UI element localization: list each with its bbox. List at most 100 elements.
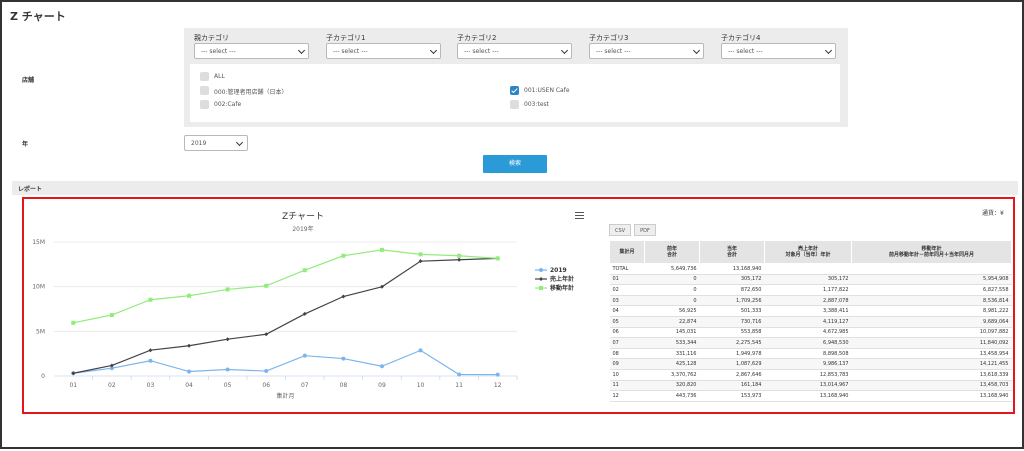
table-cell: 01 bbox=[609, 274, 645, 286]
chart-subtitle: 2019年 bbox=[292, 226, 314, 233]
store-label-001: 001:USEN Cafe bbox=[524, 87, 570, 94]
table-cell: 11,840,092 bbox=[851, 337, 1012, 349]
store-label-002: 002:Cafe bbox=[214, 101, 242, 108]
table-cell: 02 bbox=[609, 284, 645, 296]
year-label: 年 bbox=[22, 141, 29, 148]
table-cell: 3,370,762 bbox=[644, 369, 700, 381]
child-category1-label: 子カテゴリ1 bbox=[326, 34, 366, 42]
parent-category-select[interactable]: --- select --- bbox=[194, 43, 309, 59]
store-checkbox-002[interactable] bbox=[200, 100, 209, 109]
table-cell: 8,981,222 bbox=[851, 305, 1012, 317]
chevron-down-icon bbox=[297, 46, 306, 55]
table-cell: 6,948,530 bbox=[764, 337, 852, 349]
table-row: 12 443,736 153,973 13,168,940 13,168,940 bbox=[609, 390, 1012, 402]
table-cell bbox=[764, 263, 852, 275]
search-button[interactable]: 検索 bbox=[483, 155, 547, 173]
chevron-down-icon bbox=[692, 46, 701, 55]
table-cell: 8,536,814 bbox=[851, 295, 1012, 307]
table-cell: 13,014,967 bbox=[764, 380, 852, 392]
chevron-down-icon bbox=[824, 46, 833, 55]
table-cell: 11 bbox=[609, 380, 645, 392]
csv-button[interactable]: CSV bbox=[609, 224, 631, 236]
child-category4-value: --- select --- bbox=[728, 48, 763, 55]
table-row: 08 331,116 1,949,978 8,898,508 13,458,954 bbox=[609, 348, 1012, 360]
chart-menu-icon[interactable] bbox=[575, 212, 584, 220]
child-category2-value: --- select --- bbox=[464, 48, 499, 55]
table-cell: 1,087,629 bbox=[699, 358, 765, 370]
store-checkbox-000[interactable] bbox=[200, 86, 209, 95]
table-cell: 533,344 bbox=[644, 337, 700, 349]
table-cell: 10 bbox=[609, 369, 645, 381]
table-cell: 12 bbox=[609, 390, 645, 402]
app-frame: Z チャート 親カテゴリ --- select --- 子カテゴリ1 --- s… bbox=[0, 0, 1024, 449]
data-table: 集計月 前年 合計 当年 合計 売上年計 対象月（当年）年計 移動年計 前月移動年計－前… bbox=[609, 240, 1012, 402]
table-cell: 9,986,137 bbox=[764, 358, 852, 370]
table-cell: 3,388,411 bbox=[764, 305, 852, 317]
table-cell: 10,097,882 bbox=[851, 327, 1012, 339]
table-cell: 305,172 bbox=[699, 274, 765, 286]
table-cell: 6,827,558 bbox=[851, 284, 1012, 296]
year-select[interactable]: 2019 bbox=[184, 135, 248, 151]
table-cell: 730,716 bbox=[699, 316, 765, 328]
table-cell: 56,925 bbox=[644, 305, 700, 317]
chevron-down-icon bbox=[560, 46, 569, 55]
table-row: 03 0 1,709,256 2,887,078 8,536,814 bbox=[609, 295, 1012, 307]
table-cell: 03 bbox=[609, 295, 645, 307]
table-cell: 4,119,127 bbox=[764, 316, 852, 328]
store-checkbox-001[interactable] bbox=[510, 86, 519, 95]
table-cell: 0 bbox=[644, 295, 700, 307]
table-cell: 14,121,455 bbox=[851, 358, 1012, 370]
pdf-button[interactable]: PDF bbox=[634, 224, 656, 236]
table-row: 10 3,370,762 2,867,646 12,853,783 13,618,339 bbox=[609, 369, 1012, 381]
chevron-down-icon bbox=[429, 46, 438, 55]
store-checkbox-list: ALL 000:管理者用店舗（日本） 002:Cafe 001:USEN Caf… bbox=[190, 64, 840, 122]
table-cell: 13,618,339 bbox=[851, 369, 1012, 381]
table-row: TOTAL 5,649,736 13,168,940 bbox=[609, 263, 1012, 275]
child-category3-label: 子カテゴリ3 bbox=[589, 34, 629, 42]
table-cell: 161,184 bbox=[699, 380, 765, 392]
table-cell: 07 bbox=[609, 337, 645, 349]
table-cell: 4,672,985 bbox=[764, 327, 852, 339]
table-row: 01 0 305,172 305,172 5,954,908 bbox=[609, 274, 1012, 286]
page-title: Z チャート bbox=[10, 10, 66, 23]
table-cell: 501,333 bbox=[699, 305, 765, 317]
table-cell: 2,867,646 bbox=[699, 369, 765, 381]
child-category4-select[interactable]: --- select --- bbox=[721, 43, 836, 59]
table-cell: 1,177,822 bbox=[764, 284, 852, 296]
table-cell bbox=[851, 263, 1012, 275]
col-header-current-year: 当年 合計 bbox=[699, 240, 765, 264]
child-category2-select[interactable]: --- select --- bbox=[457, 43, 572, 59]
table-cell: 872,650 bbox=[699, 284, 765, 296]
table-cell: 13,168,940 bbox=[851, 390, 1012, 402]
col-header-moving: 移動年計 前月移動年計－前年同月＋当年同月月 bbox=[851, 240, 1012, 264]
table-cell: 0 bbox=[644, 274, 700, 286]
table-cell: 8,898,508 bbox=[764, 348, 852, 360]
table-cell: 1,949,978 bbox=[699, 348, 765, 360]
child-category3-value: --- select --- bbox=[596, 48, 631, 55]
child-category1-value: --- select --- bbox=[333, 48, 368, 55]
table-row: 06 145,031 553,858 4,672,985 10,097,882 bbox=[609, 327, 1012, 339]
table-cell: 305,172 bbox=[764, 274, 852, 286]
currency-unit-label: 通貨：¥ bbox=[982, 210, 1004, 217]
table-cell: 153,973 bbox=[699, 390, 765, 402]
table-header-row: 集計月 前年 合計 当年 合計 売上年計 対象月（当年）年計 移動年計 前月移動年計－前… bbox=[609, 240, 1012, 264]
chevron-down-icon bbox=[235, 138, 244, 147]
table-cell: 1,709,256 bbox=[699, 295, 765, 307]
category-filter-panel: 親カテゴリ --- select --- 子カテゴリ1 --- select -… bbox=[184, 28, 848, 127]
col-header-cumulative: 売上年計 対象月（当年）年計 bbox=[764, 240, 852, 264]
store-checkbox-all[interactable] bbox=[200, 72, 209, 81]
table-cell: 09 bbox=[609, 358, 645, 370]
child-category1-select[interactable]: --- select --- bbox=[326, 43, 441, 59]
store-label: 店舗 bbox=[22, 77, 35, 84]
store-label-003: 003:test bbox=[524, 101, 549, 108]
table-row: 11 320,820 161,184 13,014,967 13,458,703 bbox=[609, 380, 1012, 392]
table-cell: 9,689,064 bbox=[851, 316, 1012, 328]
report-label: レポート bbox=[18, 186, 43, 193]
store-checkbox-003[interactable] bbox=[510, 100, 519, 109]
table-cell: 5,954,908 bbox=[851, 274, 1012, 286]
child-category3-select[interactable]: --- select --- bbox=[589, 43, 704, 59]
table-cell: 22,874 bbox=[644, 316, 700, 328]
child-category2-label: 子カテゴリ2 bbox=[457, 34, 497, 42]
table-cell: 425,128 bbox=[644, 358, 700, 370]
col-header-month: 集計月 bbox=[609, 240, 645, 264]
